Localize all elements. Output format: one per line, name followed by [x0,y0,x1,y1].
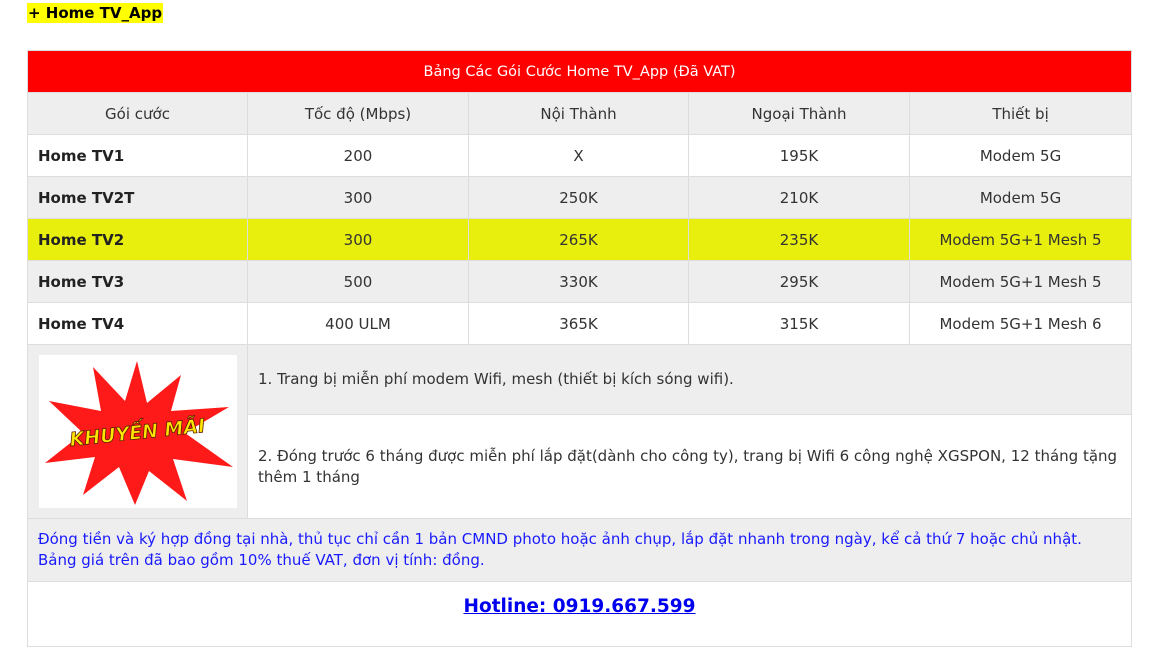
plan-name-cell: Home TV3 [27,260,248,303]
speed-cell: 200 [247,134,469,177]
table-row: Home TV4 400 ULM 365K 315K Modem 5G+1 Me… [27,302,1133,345]
promo-note-1: 1. Trang bị miễn phí modem Wifi, mesh (t… [246,344,1133,415]
table-caption: Bảng Các Gói Cước Home TV_App (Đã VAT) [26,50,1133,93]
inner-city-price-cell: 365K [468,302,689,345]
header-plan: Gói cước [27,92,248,135]
table-row: Home TV3 500 330K 295K Modem 5G+1 Mesh 5 [27,260,1133,303]
header-inner-city: Nội Thành [468,92,689,135]
inner-city-price-cell: 250K [468,176,689,219]
outer-city-price-cell: 195K [688,134,910,177]
header-speed: Tốc độ (Mbps) [247,92,469,135]
table-row-highlighted: Home TV2 300 265K 235K Modem 5G+1 Mesh 5 [27,218,1133,261]
speed-cell: 500 [247,260,469,303]
inner-city-price-cell: 265K [468,218,689,261]
speed-cell: 300 [247,176,469,219]
table-row: Home TV1 200 X 195K Modem 5G [27,134,1133,177]
plan-name-cell: Home TV2T [27,176,248,219]
inner-city-price-cell: 330K [468,260,689,303]
device-cell: Modem 5G+1 Mesh 5 [908,260,1133,303]
plan-name-cell: Home TV2 [27,218,248,261]
plan-name-cell: Home TV1 [27,134,248,177]
device-cell: Modem 5G+1 Mesh 6 [908,302,1133,345]
hotline-link[interactable]: Hotline: 0919.667.599 [464,596,696,617]
hotline-cell: Hotline: 0919.667.599 [26,581,1133,647]
pricing-table: Bảng Các Gói Cước Home TV_App (Đã VAT) G… [26,50,1133,647]
starburst-icon: KHUYẾN MÃI [44,361,233,505]
table-header-row: Gói cước Tốc độ (Mbps) Nội Thành Ngoại T… [27,92,1133,135]
promotion-badge-image: KHUYẾN MÃI [38,355,237,508]
disclaimer-text: Đóng tiền và ký hợp đồng tại nhà, thủ tụ… [26,518,1133,582]
device-cell: Modem 5G+1 Mesh 5 [908,218,1133,261]
section-heading: + Home TV_App [27,3,164,23]
speed-cell: 400 ULM [247,302,469,345]
device-cell: Modem 5G [908,176,1133,219]
promo-note-2: 2. Đóng trước 6 tháng được miễn phí lắp … [246,414,1133,519]
header-outer-city: Ngoại Thành [688,92,910,135]
outer-city-price-cell: 235K [688,218,910,261]
speed-cell: 300 [247,218,469,261]
plan-name-cell: Home TV4 [27,302,248,345]
table-row: Home TV2T 300 250K 210K Modem 5G [27,176,1133,219]
promo-image-cell: KHUYẾN MÃI [27,344,248,519]
inner-city-price-cell: X [468,134,689,177]
outer-city-price-cell: 315K [688,302,910,345]
outer-city-price-cell: 295K [688,260,910,303]
device-cell: Modem 5G [908,134,1133,177]
header-device: Thiết bị [908,92,1133,135]
outer-city-price-cell: 210K [688,176,910,219]
